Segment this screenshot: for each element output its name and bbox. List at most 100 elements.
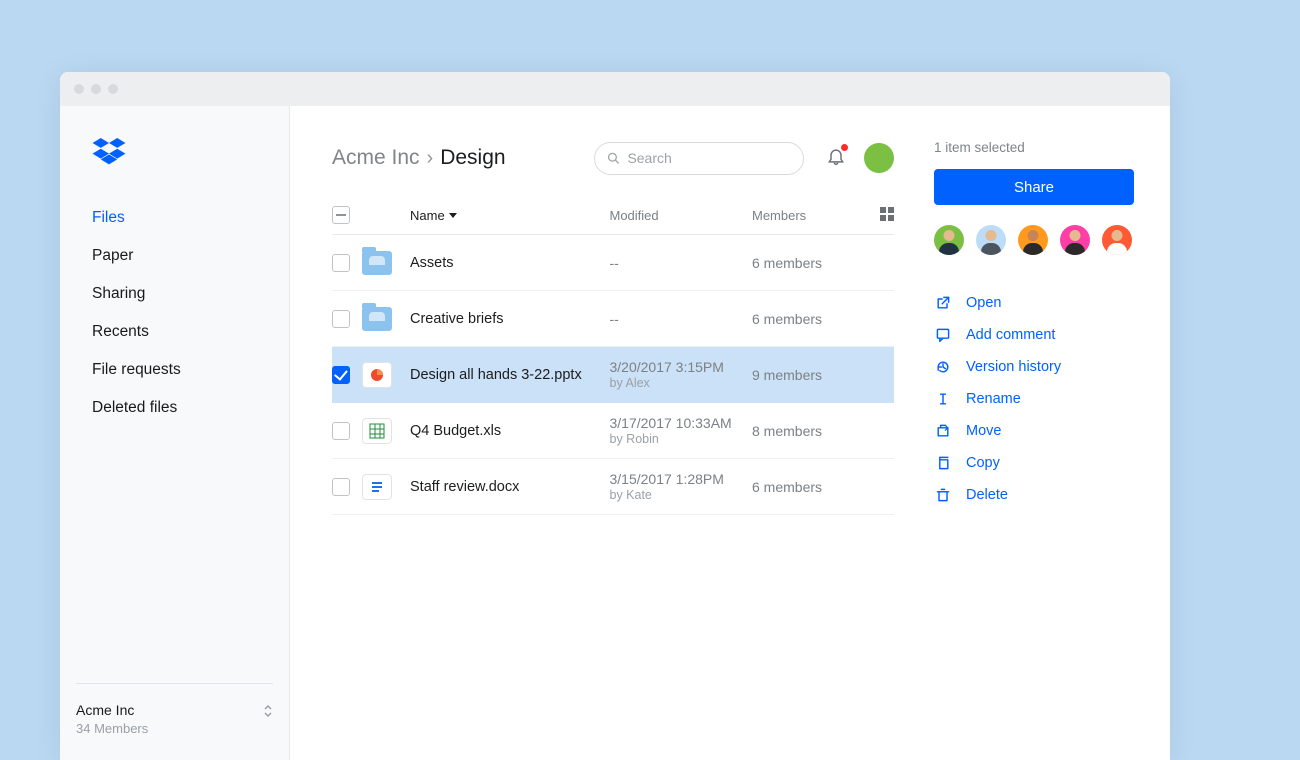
- breadcrumb: Acme Inc › Design: [332, 146, 506, 170]
- action-label: Rename: [966, 391, 1021, 407]
- file-row[interactable]: Staff review.docx3/15/2017 1:28PMby Kate…: [332, 459, 894, 515]
- team-name: Acme Inc: [76, 702, 265, 718]
- member-avatar[interactable]: [1018, 225, 1048, 255]
- action-open[interactable]: Open: [934, 287, 1134, 319]
- file-name: Design all hands 3-22.pptx: [410, 367, 610, 383]
- folder-icon: [362, 307, 392, 331]
- action-label: Copy: [966, 455, 1000, 471]
- file-modified: 3/15/2017 1:28PMby Kate: [610, 471, 753, 502]
- file-row[interactable]: Creative briefs--6 members: [332, 291, 894, 347]
- folder-icon: [362, 251, 392, 275]
- file-modified: --: [610, 255, 753, 271]
- action-label: Delete: [966, 487, 1008, 503]
- doc-file-icon: [362, 474, 392, 500]
- action-label: Move: [966, 423, 1001, 439]
- file-row[interactable]: Q4 Budget.xls3/17/2017 10:33AMby Robin8 …: [332, 403, 894, 459]
- action-label: Version history: [966, 359, 1061, 375]
- file-list: Assets--6 membersCreative briefs--6 memb…: [332, 235, 894, 515]
- sidebar-item-sharing[interactable]: Sharing: [92, 275, 289, 313]
- sidebar-item-recents[interactable]: Recents: [92, 313, 289, 351]
- sidebar-item-deleted-files[interactable]: Deleted files: [92, 389, 289, 427]
- app-frame: FilesPaperSharingRecentsFile requestsDel…: [60, 106, 1170, 760]
- content-column: Acme Inc › Design: [332, 136, 894, 760]
- share-button[interactable]: Share: [934, 169, 1134, 205]
- file-members: 6 members: [752, 479, 866, 495]
- browser-window: FilesPaperSharingRecentsFile requestsDel…: [60, 72, 1170, 760]
- sort-asc-icon: [449, 213, 457, 218]
- file-modified: 3/20/2017 3:15PMby Alex: [610, 359, 753, 390]
- sidebar: FilesPaperSharingRecentsFile requestsDel…: [60, 106, 290, 760]
- copy-icon: [934, 454, 952, 472]
- selection-count: 1 item selected: [934, 140, 1134, 155]
- search-box[interactable]: [594, 142, 804, 175]
- action-move[interactable]: Move: [934, 415, 1134, 447]
- member-avatar[interactable]: [976, 225, 1006, 255]
- file-row[interactable]: Assets--6 members: [332, 235, 894, 291]
- table-header-row: Name Modified Members: [332, 206, 894, 235]
- view-toggle-button[interactable]: [866, 207, 894, 224]
- comment-icon: [934, 326, 952, 344]
- action-rename[interactable]: Rename: [934, 383, 1134, 415]
- file-actions: Open Add comment Version history Rename Move…: [934, 287, 1134, 511]
- file-modified: 3/17/2017 10:33AMby Robin: [610, 415, 753, 446]
- file-members: 6 members: [752, 311, 866, 327]
- team-switcher[interactable]: Acme Inc 34 Members: [76, 683, 273, 760]
- file-row[interactable]: Design all hands 3-22.pptx3/20/2017 3:15…: [332, 347, 894, 403]
- member-avatar[interactable]: [1102, 225, 1132, 255]
- grid-view-icon: [880, 207, 894, 221]
- action-label: Add comment: [966, 327, 1055, 343]
- page-header: Acme Inc › Design: [332, 136, 894, 180]
- window-titlebar: [60, 72, 1170, 106]
- file-modified: --: [610, 311, 753, 327]
- search-icon: [607, 151, 619, 165]
- breadcrumb-separator-icon: ›: [427, 147, 434, 170]
- ppt-file-icon: [362, 362, 392, 388]
- select-all-checkbox[interactable]: [332, 206, 350, 224]
- dropbox-logo-icon[interactable]: [60, 138, 289, 199]
- traffic-light-close[interactable]: [74, 84, 84, 94]
- action-comment[interactable]: Add comment: [934, 319, 1134, 351]
- open-icon: [934, 294, 952, 312]
- traffic-light-max[interactable]: [108, 84, 118, 94]
- rename-icon: [934, 390, 952, 408]
- member-avatar[interactable]: [934, 225, 964, 255]
- sidebar-item-file-requests[interactable]: File requests: [92, 351, 289, 389]
- xls-file-icon: [362, 418, 392, 444]
- team-member-count: 34 Members: [76, 721, 265, 736]
- action-copy[interactable]: Copy: [934, 447, 1134, 479]
- notifications-button[interactable]: [826, 146, 846, 171]
- row-checkbox[interactable]: [332, 422, 350, 440]
- move-icon: [934, 422, 952, 440]
- column-header-modified[interactable]: Modified: [610, 208, 753, 223]
- account-avatar[interactable]: [864, 143, 894, 173]
- row-checkbox[interactable]: [332, 254, 350, 272]
- notification-badge: [841, 144, 848, 151]
- file-name: Staff review.docx: [410, 479, 610, 495]
- action-history[interactable]: Version history: [934, 351, 1134, 383]
- main-area: Acme Inc › Design: [290, 106, 1170, 760]
- sidebar-item-files[interactable]: Files: [92, 199, 289, 237]
- chevron-updown-icon: [263, 704, 273, 723]
- file-name: Creative briefs: [410, 311, 610, 327]
- breadcrumb-root[interactable]: Acme Inc: [332, 146, 420, 170]
- sidebar-nav: FilesPaperSharingRecentsFile requestsDel…: [60, 199, 289, 427]
- search-input[interactable]: [627, 150, 791, 166]
- file-members: 6 members: [752, 255, 866, 271]
- file-members: 8 members: [752, 423, 866, 439]
- file-members: 9 members: [752, 367, 866, 383]
- delete-icon: [934, 486, 952, 504]
- details-panel: 1 item selected Share Open Add comment Ver…: [934, 136, 1134, 760]
- traffic-light-min[interactable]: [91, 84, 101, 94]
- action-delete[interactable]: Delete: [934, 479, 1134, 511]
- file-name: Assets: [410, 255, 610, 271]
- row-checkbox[interactable]: [332, 310, 350, 328]
- action-label: Open: [966, 295, 1001, 311]
- column-header-members[interactable]: Members: [752, 208, 866, 223]
- row-checkbox[interactable]: [332, 366, 350, 384]
- sidebar-item-paper[interactable]: Paper: [92, 237, 289, 275]
- breadcrumb-current: Design: [440, 146, 505, 170]
- column-header-name[interactable]: Name: [410, 208, 610, 223]
- member-avatar[interactable]: [1060, 225, 1090, 255]
- row-checkbox[interactable]: [332, 478, 350, 496]
- history-icon: [934, 358, 952, 376]
